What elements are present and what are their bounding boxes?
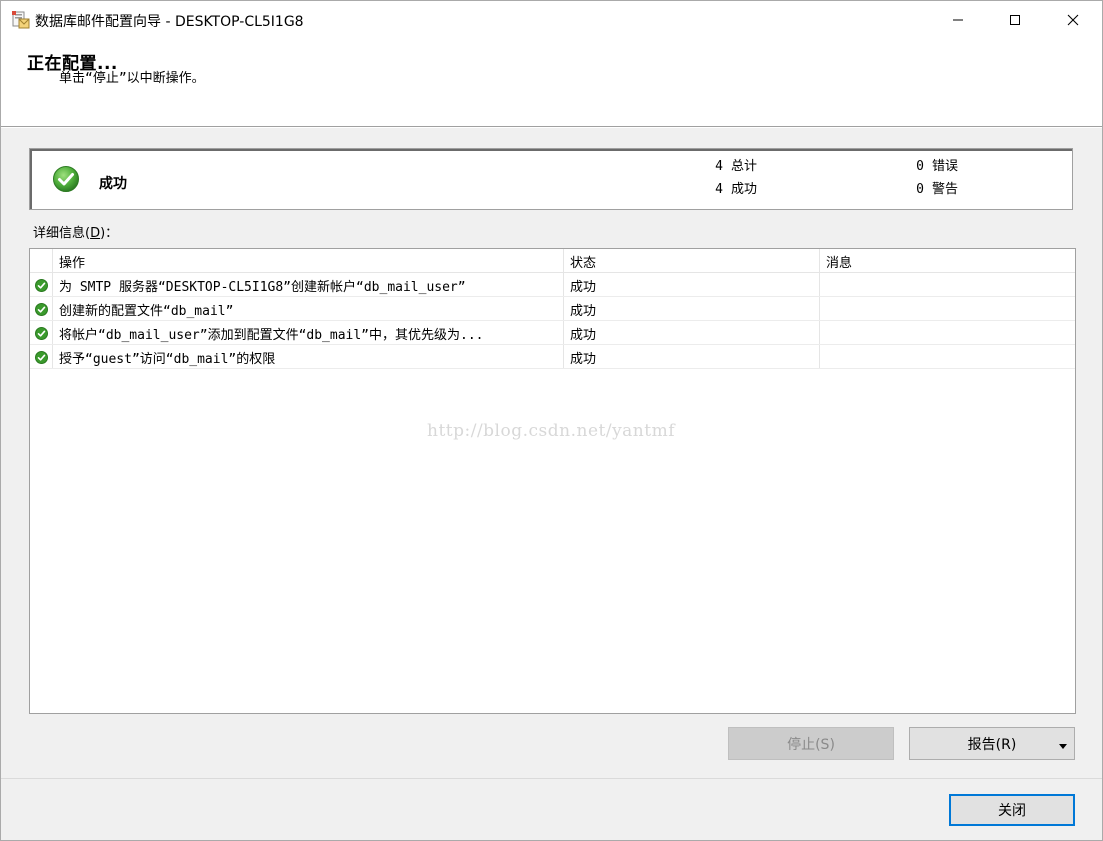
maximize-button[interactable] bbox=[986, 1, 1044, 39]
success-check-icon bbox=[35, 351, 48, 364]
summary-status: 成功 bbox=[99, 176, 127, 192]
window-title: 数据库邮件配置向导 - DESKTOP-CL5I1G8 bbox=[35, 14, 304, 30]
minimize-button[interactable] bbox=[929, 1, 987, 39]
stat-success-label: 成功 bbox=[731, 182, 758, 197]
row-status: 成功 bbox=[570, 304, 597, 319]
stat-warning-count: 0 bbox=[916, 182, 924, 197]
stat-warning-label: 警告 bbox=[932, 182, 959, 197]
table-row[interactable]: 为 SMTP 服务器“DESKTOP-CL5I1G8”创建新帐户“db_mail… bbox=[30, 273, 1075, 297]
stat-error: 0 错误 bbox=[914, 155, 958, 174]
stat-total: 4 总计 bbox=[713, 155, 757, 174]
column-header-message[interactable]: 消息 bbox=[826, 252, 852, 271]
stat-total-label: 总计 bbox=[731, 159, 758, 174]
success-check-icon bbox=[35, 279, 48, 292]
row-status: 成功 bbox=[570, 352, 597, 367]
row-action: 创建新的配置文件“db_mail” bbox=[59, 304, 234, 319]
wizard-content: 成功 4 总计 4 成功 0 错误 0 警告 详细信息(D)： 操作 状态 消息 bbox=[1, 128, 1102, 778]
report-button[interactable]: 报告(R) bbox=[909, 727, 1075, 760]
stat-warning: 0 警告 bbox=[914, 178, 958, 197]
database-mail-app-icon bbox=[11, 10, 31, 30]
summary-panel: 成功 4 总计 4 成功 0 错误 0 警告 bbox=[29, 148, 1073, 210]
success-check-icon bbox=[35, 303, 48, 316]
wizard-header: 正在配置... 单击“停止”以中断操作。 bbox=[1, 39, 1102, 127]
row-status: 成功 bbox=[570, 328, 597, 343]
row-status: 成功 bbox=[570, 280, 597, 295]
success-check-icon bbox=[35, 327, 48, 340]
success-check-icon bbox=[52, 165, 80, 193]
table-row[interactable]: 创建新的配置文件“db_mail” 成功 bbox=[30, 297, 1075, 321]
watermark-text: http://blog.csdn.net/yantmf bbox=[427, 421, 675, 441]
table-row[interactable]: 授予“guest”访问“db_mail”的权限 成功 bbox=[30, 345, 1075, 369]
minimize-icon bbox=[952, 14, 964, 26]
column-header-status[interactable]: 状态 bbox=[570, 252, 596, 271]
window-close-button[interactable] bbox=[1044, 1, 1102, 39]
report-button-label: 报告(R) bbox=[967, 736, 1017, 753]
stat-total-count: 4 bbox=[715, 159, 723, 174]
details-table[interactable]: 操作 状态 消息 为 SMTP 服务器“DESKTOP-CL5I1G8”创建新帐… bbox=[29, 248, 1076, 714]
stat-error-count: 0 bbox=[916, 159, 924, 174]
row-action: 授予“guest”访问“db_mail”的权限 bbox=[59, 352, 276, 367]
stat-success-count: 4 bbox=[715, 182, 723, 197]
table-header: 操作 状态 消息 bbox=[30, 249, 1075, 273]
dropdown-arrow-icon[interactable] bbox=[1058, 739, 1068, 755]
column-header-action[interactable]: 操作 bbox=[59, 252, 85, 271]
dialog-window: 数据库邮件配置向导 - DESKTOP-CL5I1G8 正在配置... 单击“停… bbox=[0, 0, 1103, 841]
close-button[interactable]: 关闭 bbox=[949, 794, 1075, 826]
row-action: 将帐户“db_mail_user”添加到配置文件“db_mail”中，其优先级为… bbox=[59, 328, 484, 343]
maximize-icon bbox=[1009, 14, 1021, 26]
table-row[interactable]: 将帐户“db_mail_user”添加到配置文件“db_mail”中，其优先级为… bbox=[30, 321, 1075, 345]
details-label: 详细信息(D)： bbox=[33, 226, 119, 241]
title-bar: 数据库邮件配置向导 - DESKTOP-CL5I1G8 bbox=[1, 1, 1102, 39]
page-subtitle: 单击“停止”以中断操作。 bbox=[59, 71, 205, 86]
stat-success: 4 成功 bbox=[713, 178, 757, 197]
row-action: 为 SMTP 服务器“DESKTOP-CL5I1G8”创建新帐户“db_mail… bbox=[59, 280, 466, 295]
stat-error-label: 错误 bbox=[932, 159, 959, 174]
dialog-footer: 关闭 bbox=[1, 778, 1102, 840]
stop-button[interactable]: 停止(S) bbox=[728, 727, 894, 760]
close-icon bbox=[1067, 14, 1079, 26]
